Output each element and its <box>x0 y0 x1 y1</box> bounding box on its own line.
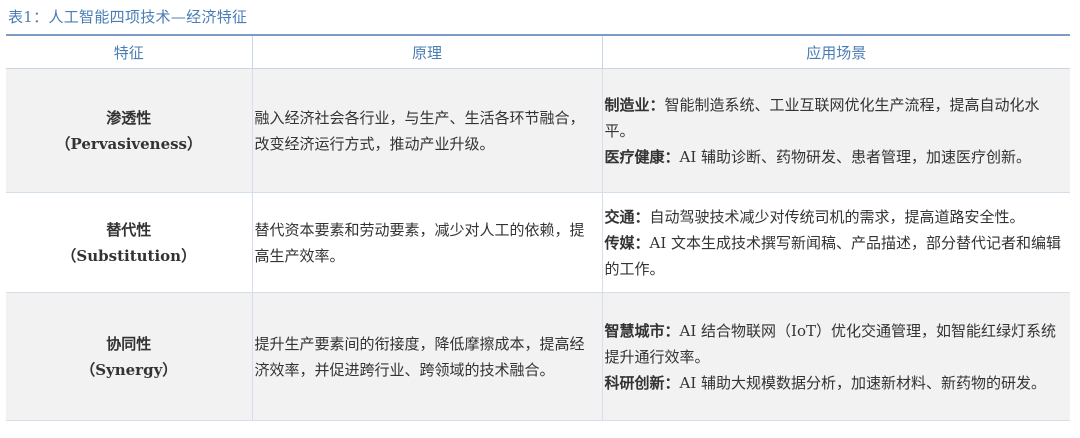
application-item: 医疗健康：AI 辅助诊断、药物研发、患者管理，加速医疗创新。 <box>605 144 1065 170</box>
application-item: 制造业：智能制造系统、工业互联网优化生产流程，提高自动化水平。 <box>605 92 1065 144</box>
feature-en: （Substitution） <box>61 246 197 265</box>
application-label: 交通： <box>604 207 650 226</box>
header-principle: 原理 <box>251 35 602 69</box>
header-feature: 特征 <box>6 35 252 69</box>
table-header-row: 特征 原理 应用场景 <box>6 35 1070 69</box>
application-label: 医疗健康： <box>604 147 680 166</box>
feature-en: （Pervasiveness） <box>55 134 203 153</box>
feature-en: （Synergy） <box>80 360 178 379</box>
application-item: 传媒：AI 文本生成技术撰写新闻稿、产品描述，部分替代记者和编辑的工作。 <box>605 230 1065 282</box>
feature-cn: 协同性 <box>106 334 152 353</box>
application-label: 制造业： <box>604 95 665 114</box>
table-row: 渗透性 （Pervasiveness） 融入经济社会各行业，与生产、生活各环节融… <box>6 68 1070 193</box>
table-row: 替代性 （Substitution） 替代资本要素和劳动要素，减少对人工的依赖，… <box>6 192 1070 293</box>
application-label: 智慧城市： <box>604 321 680 340</box>
principle-cell: 替代资本要素和劳动要素，减少对人工的依赖，提高生产效率。 <box>251 192 602 293</box>
application-text: AI 辅助诊断、药物研发、患者管理，加速医疗创新。 <box>679 147 1032 166</box>
feature-cn: 渗透性 <box>106 108 152 127</box>
application-text: AI 辅助大规模数据分析，加速新材料、新药物的研发。 <box>679 373 1047 392</box>
feature-cell: 替代性 （Substitution） <box>6 192 252 293</box>
application-label: 科研创新： <box>604 373 680 392</box>
table-caption: 表1：人工智能四项技术—经济特征 <box>8 8 248 26</box>
features-table: 特征 原理 应用场景 渗透性 （Pervasiveness） 融入经济社会各行业… <box>6 34 1070 421</box>
application-text: 智能制造系统、工业互联网优化生产流程，提高自动化水平。 <box>604 95 1040 140</box>
application-item: 科研创新：AI 辅助大规模数据分析，加速新材料、新药物的研发。 <box>605 370 1065 396</box>
header-application: 应用场景 <box>601 35 1070 69</box>
principle-cell: 提升生产要素间的衔接度，降低摩擦成本，提高经济效率，并促进跨行业、跨领域的技术融… <box>251 292 602 421</box>
feature-cn: 替代性 <box>106 220 152 239</box>
principle-cell: 融入经济社会各行业，与生产、生活各环节融合，改变经济运行方式，推动产业升级。 <box>251 68 602 193</box>
application-text: 自动驾驶技术减少对传统司机的需求，提高道路安全性。 <box>649 207 1025 226</box>
feature-cell: 协同性 （Synergy） <box>6 292 252 421</box>
table-row: 协同性 （Synergy） 提升生产要素间的衔接度，降低摩擦成本，提高经济效率，… <box>6 292 1070 421</box>
application-label: 传媒： <box>604 233 650 252</box>
application-cell: 智慧城市：AI 结合物联网（IoT）优化交通管理，如智能红绿灯系统提升通行效率。… <box>601 292 1070 421</box>
application-cell: 制造业：智能制造系统、工业互联网优化生产流程，提高自动化水平。 医疗健康：AI … <box>601 68 1070 193</box>
feature-cell: 渗透性 （Pervasiveness） <box>6 68 252 193</box>
application-text: AI 文本生成技术撰写新闻稿、产品描述，部分替代记者和编辑的工作。 <box>604 233 1062 278</box>
application-cell: 交通：自动驾驶技术减少对传统司机的需求，提高道路安全性。 传媒：AI 文本生成技… <box>601 192 1070 293</box>
application-item: 智慧城市：AI 结合物联网（IoT）优化交通管理，如智能红绿灯系统提升通行效率。 <box>605 318 1065 370</box>
application-item: 交通：自动驾驶技术减少对传统司机的需求，提高道路安全性。 <box>605 204 1065 230</box>
